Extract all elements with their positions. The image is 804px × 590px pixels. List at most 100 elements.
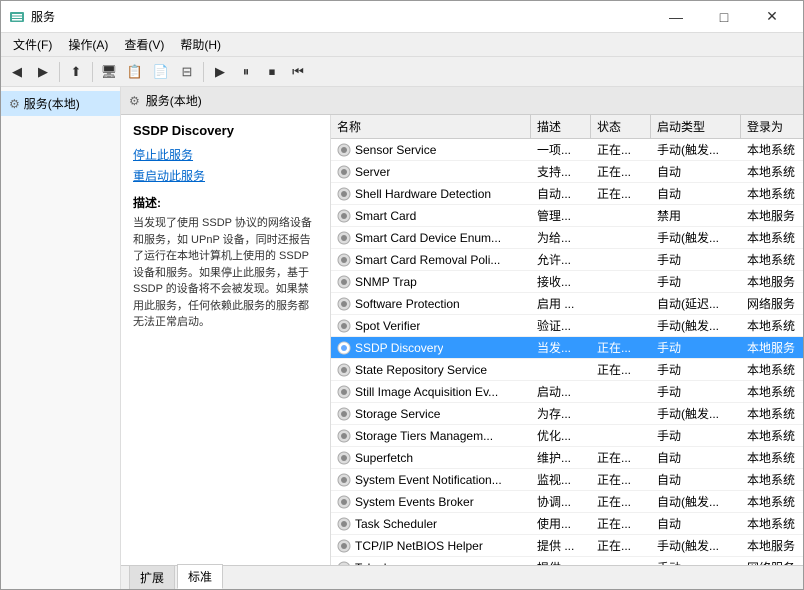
service-icon — [337, 165, 351, 179]
maximize-button[interactable]: □ — [701, 1, 747, 33]
table-row[interactable]: Spot Verifier验证...手动(触发...本地系统 — [331, 315, 803, 337]
cell-desc: 自动... — [531, 183, 591, 204]
desc-label: 描述: — [133, 194, 318, 211]
cell-logon: 本地系统 — [741, 491, 803, 512]
cell-name: TCP/IP NetBIOS Helper — [331, 535, 531, 556]
title-controls: — □ ✕ — [653, 1, 795, 33]
content-header-icon: ⚙ — [129, 94, 140, 108]
service-actions: 停止此服务 重启动此服务 — [133, 146, 318, 184]
cell-startup: 自动(触发... — [651, 491, 741, 512]
cell-name: Still Image Acquisition Ev... — [331, 381, 531, 402]
sidebar-item-local[interactable]: ⚙ 服务(本地) — [1, 91, 120, 116]
minimize-button[interactable]: — — [653, 1, 699, 33]
col-header-logon[interactable]: 登录为 — [741, 115, 803, 138]
up-button[interactable]: ⬆ — [64, 60, 88, 84]
cell-desc: 当发... — [531, 337, 591, 358]
cell-name: Smart Card Removal Poli... — [331, 249, 531, 270]
cell-status — [591, 315, 651, 336]
cell-logon: 本地系统 — [741, 315, 803, 336]
cell-status: 正在... — [591, 491, 651, 512]
cell-desc: 协调... — [531, 491, 591, 512]
menu-file[interactable]: 文件(F) — [5, 34, 60, 55]
cell-startup: 自动 — [651, 469, 741, 490]
left-panel: SSDP Discovery 停止此服务 重启动此服务 描述: 当发现了使用 S… — [121, 115, 331, 565]
cell-desc: 监视... — [531, 469, 591, 490]
right-panel: 名称 描述 状态 启动类型 登录为 Sensor Service一项...正在.… — [331, 115, 803, 565]
service-icon — [337, 231, 351, 245]
back-button[interactable]: ◀ — [5, 60, 29, 84]
cell-logon: 本地服务 — [741, 337, 803, 358]
cell-desc: 支持... — [531, 161, 591, 182]
table-row[interactable]: State Repository Service正在...手动本地系统 — [331, 359, 803, 381]
table-row[interactable]: Storage Service为存...手动(触发...本地系统 — [331, 403, 803, 425]
restart-service-link[interactable]: 重启动此服务 — [133, 167, 318, 184]
table-row[interactable]: SSDP Discovery当发...正在...手动本地服务 — [331, 337, 803, 359]
table-row[interactable]: Smart Card Device Enum...为给...手动(触发...本地… — [331, 227, 803, 249]
table-row[interactable]: Telephony提供...手动网络服务 — [331, 557, 803, 565]
table-row[interactable]: Still Image Acquisition Ev...启动...手动本地系统 — [331, 381, 803, 403]
toolbar: ◀ ▶ ⬆ 🖥 📋 📄 ⊟ ▶ ⏸ ⏹ ⏮ — [1, 57, 803, 87]
table-row[interactable]: TCP/IP NetBIOS Helper提供 ...正在...手动(触发...… — [331, 535, 803, 557]
cell-startup: 自动 — [651, 513, 741, 534]
cell-desc: 接收... — [531, 271, 591, 292]
pause-button[interactable]: ⏸ — [234, 60, 258, 84]
col-header-status[interactable]: 状态 — [591, 115, 651, 138]
service-icon — [337, 143, 351, 157]
service-icon — [337, 407, 351, 421]
stop-button[interactable]: ⏹ — [260, 60, 284, 84]
table-row[interactable]: Server支持...正在...自动本地系统 — [331, 161, 803, 183]
cell-status: 正在... — [591, 513, 651, 534]
cell-status — [591, 557, 651, 565]
cell-desc: 启动... — [531, 381, 591, 402]
table-row[interactable]: Smart Card管理...禁用本地服务 — [331, 205, 803, 227]
cell-logon: 本地系统 — [741, 447, 803, 468]
table-row[interactable]: Storage Tiers Managem...优化...手动本地系统 — [331, 425, 803, 447]
cell-desc: 使用... — [531, 513, 591, 534]
cell-logon: 网络服务 — [741, 557, 803, 565]
cell-startup: 自动 — [651, 183, 741, 204]
main-window: 服务 — □ ✕ 文件(F) 操作(A) 查看(V) 帮助(H) ◀ ▶ ⬆ 🖥… — [0, 0, 804, 590]
table-row[interactable]: Superfetch维护...正在...自动本地系统 — [331, 447, 803, 469]
table-row[interactable]: Shell Hardware Detection自动...正在...自动本地系统 — [331, 183, 803, 205]
toolbar-btn-4[interactable]: 📄 — [149, 60, 173, 84]
menu-view[interactable]: 查看(V) — [116, 34, 172, 55]
toolbar-separator-1 — [59, 62, 60, 82]
toolbar-btn-5[interactable]: ⊟ — [175, 60, 199, 84]
cell-desc: 维护... — [531, 447, 591, 468]
toolbar-btn-3[interactable]: 📋 — [123, 60, 147, 84]
service-icon — [337, 451, 351, 465]
table-row[interactable]: Software Protection启用 ...自动(延迟...网络服务 — [331, 293, 803, 315]
title-bar-left: 服务 — [9, 8, 55, 25]
stop-service-link[interactable]: 停止此服务 — [133, 146, 318, 163]
col-header-startup[interactable]: 启动类型 — [651, 115, 741, 138]
service-icon — [337, 385, 351, 399]
sidebar-item-label: 服务(本地) — [24, 95, 80, 112]
col-header-name[interactable]: 名称 — [331, 115, 531, 138]
service-icon — [337, 429, 351, 443]
service-icon — [337, 539, 351, 553]
tab-expand[interactable]: 扩展 — [129, 565, 175, 589]
table-row[interactable]: Sensor Service一项...正在...手动(触发...本地系统 — [331, 139, 803, 161]
show-hide-button[interactable]: 🖥 — [97, 60, 121, 84]
col-header-desc[interactable]: 描述 — [531, 115, 591, 138]
cell-desc: 一项... — [531, 139, 591, 160]
table-row[interactable]: SNMP Trap接收...手动本地服务 — [331, 271, 803, 293]
cell-startup: 自动 — [651, 161, 741, 182]
menu-action[interactable]: 操作(A) — [60, 34, 116, 55]
bottom-tabs: 扩展 标准 — [121, 565, 803, 589]
forward-button[interactable]: ▶ — [31, 60, 55, 84]
table-row[interactable]: Task Scheduler使用...正在...自动本地系统 — [331, 513, 803, 535]
cell-status: 正在... — [591, 535, 651, 556]
close-button[interactable]: ✕ — [749, 1, 795, 33]
toolbar-separator-3 — [203, 62, 204, 82]
cell-desc: 为存... — [531, 403, 591, 424]
table-row[interactable]: System Events Broker协调...正在...自动(触发...本地… — [331, 491, 803, 513]
table-row[interactable]: System Event Notification...监视...正在...自动… — [331, 469, 803, 491]
menu-help[interactable]: 帮助(H) — [172, 34, 229, 55]
service-icon — [337, 473, 351, 487]
table-row[interactable]: Smart Card Removal Poli...允许...手动本地系统 — [331, 249, 803, 271]
tab-standard[interactable]: 标准 — [177, 564, 223, 589]
cell-name: SSDP Discovery — [331, 337, 531, 358]
play-button[interactable]: ▶ — [208, 60, 232, 84]
restart-button[interactable]: ⏮ — [286, 60, 310, 84]
